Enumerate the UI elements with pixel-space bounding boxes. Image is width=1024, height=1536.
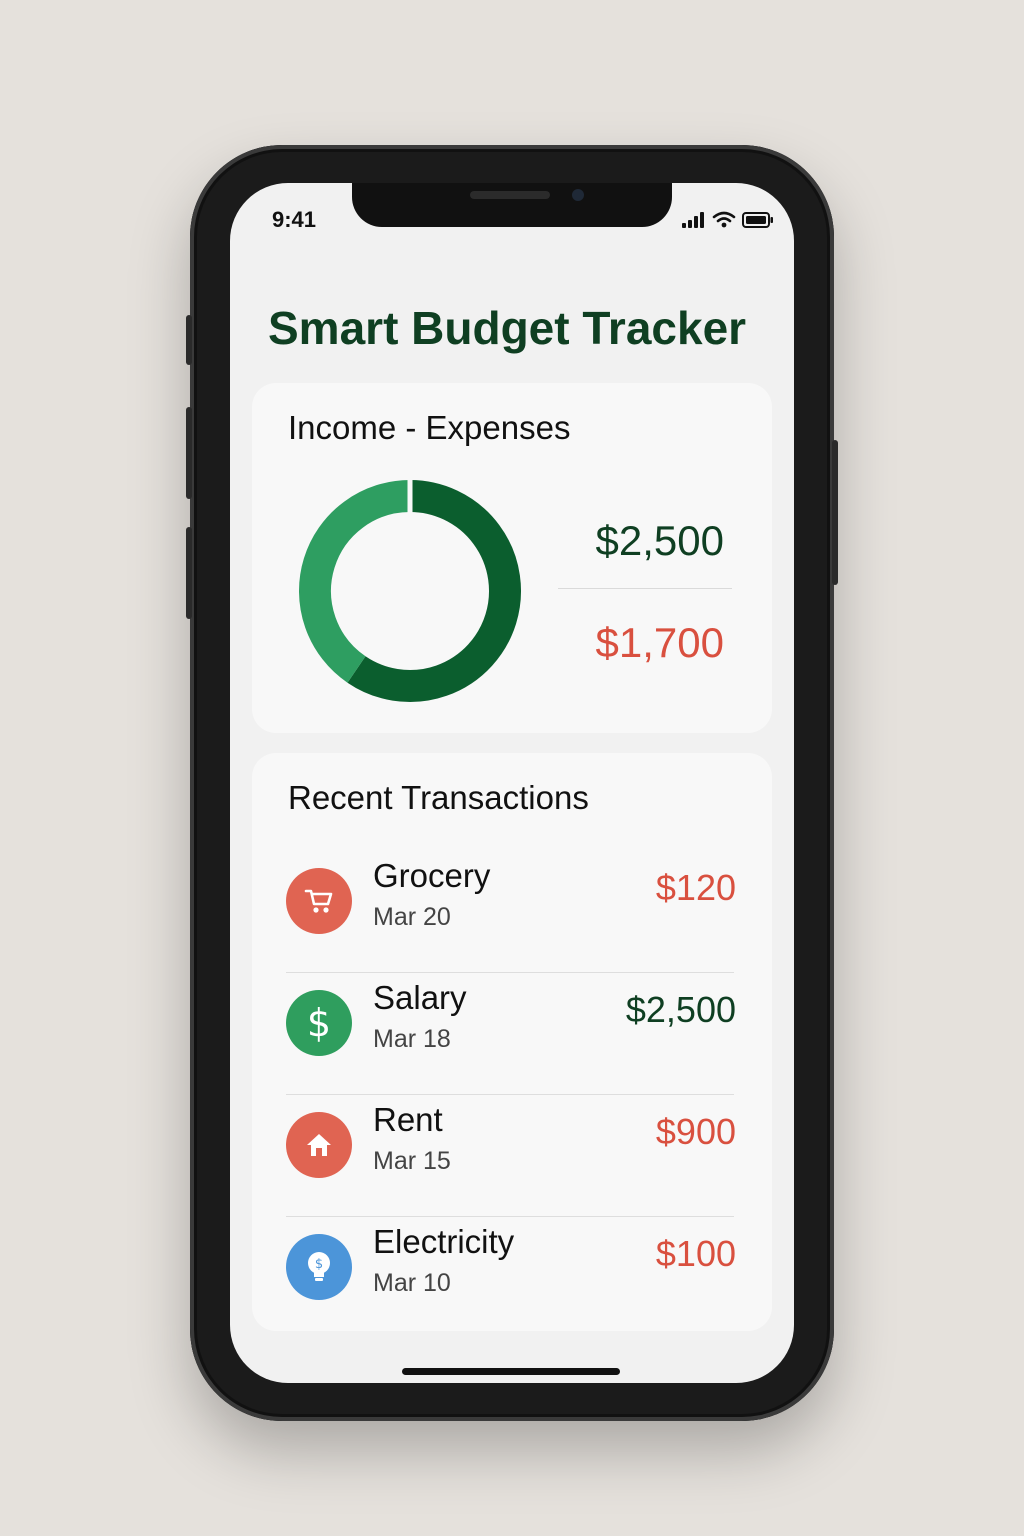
transaction-row-grocery[interactable]: Grocery Mar 20 $120 <box>286 851 736 973</box>
dollar-icon: $ <box>286 990 352 1056</box>
cart-icon <box>286 868 352 934</box>
transaction-amount: $900 <box>655 1111 736 1152</box>
lightbulb-icon: $ <box>286 1234 352 1300</box>
transaction-date: Mar 20 <box>373 903 451 931</box>
speaker-grille <box>470 191 550 199</box>
notch <box>352 183 672 227</box>
wifi-icon <box>712 211 736 228</box>
page-title: Smart Budget Tracker <box>268 302 747 354</box>
expenses-amount: $1,700 <box>595 619 724 666</box>
transaction-name: Salary <box>373 979 467 1016</box>
volume-up-button <box>186 407 192 499</box>
transaction-amount: $120 <box>655 867 736 908</box>
summary-divider <box>558 588 732 589</box>
transaction-name: Grocery <box>373 857 491 894</box>
transaction-name: Electricity <box>373 1223 515 1260</box>
mute-switch <box>186 315 192 365</box>
transaction-row-electricity[interactable]: $ Electricity Mar 10 $100 <box>286 1217 736 1339</box>
transaction-amount: $2,500 <box>625 989 736 1030</box>
income-expenses-card: Income - Expenses $2,500 $1,700 <box>252 383 772 733</box>
transaction-date: Mar 18 <box>373 1025 451 1053</box>
home-indicator[interactable] <box>402 1368 620 1375</box>
volume-down-button <box>186 527 192 619</box>
battery-icon <box>742 212 773 228</box>
transaction-amount: $100 <box>655 1233 736 1274</box>
status-time: 9:41 <box>272 207 317 232</box>
income-expenses-donut <box>299 479 521 702</box>
summary-heading: Income - Expenses <box>288 409 571 446</box>
donut-segment-expenses <box>299 480 411 683</box>
transaction-date: Mar 10 <box>373 1269 451 1297</box>
signal-icon <box>682 212 704 228</box>
income-amount: $2,500 <box>595 517 724 564</box>
house-icon <box>286 1112 352 1178</box>
transaction-row-rent[interactable]: Rent Mar 15 $900 <box>286 1095 736 1217</box>
donut-segment-income <box>347 480 521 702</box>
status-icons <box>682 211 774 228</box>
svg-text:$: $ <box>315 1257 323 1272</box>
power-button <box>832 440 838 585</box>
transaction-date: Mar 15 <box>373 1147 451 1175</box>
phone-frame: 9:41 Smart Budget Tracker Income - Expen… <box>186 145 838 1421</box>
front-camera <box>572 189 584 201</box>
transaction-row-salary[interactable]: $ Salary Mar 18 $2,500 <box>286 973 736 1095</box>
transaction-name: Rent <box>373 1101 443 1138</box>
transactions-heading: Recent Transactions <box>288 779 589 816</box>
recent-transactions-card: Recent Transactions Grocery Mar 20 $120 … <box>252 753 772 1331</box>
phone-screen: 9:41 Smart Budget Tracker Income - Expen… <box>230 183 794 1383</box>
